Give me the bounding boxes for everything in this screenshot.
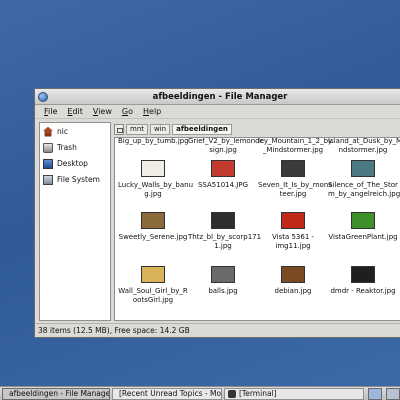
sidebar-item-home[interactable]: nic — [40, 124, 110, 139]
path-root-button[interactable] — [114, 123, 124, 135]
crumb-afbeeldingen[interactable]: afbeeldingen — [172, 123, 232, 135]
file-item[interactable]: Big_up_by_tumb.jpg — [118, 137, 189, 146]
image-thumbnail — [281, 266, 305, 283]
file-item[interactable]: Seven_It_Is_by_mons teer.jpg — [258, 160, 332, 199]
file-name: Big_up_by_tumb.jpg — [118, 137, 189, 145]
terminal-icon — [228, 389, 236, 398]
file-item[interactable]: Silence_of_The_Stor m_by_angelreich.jpg — [328, 160, 400, 199]
workspace-2-button[interactable] — [386, 387, 400, 400]
image-thumbnail — [351, 266, 375, 283]
file-name: Vista 5361 - img11.jpg — [271, 233, 315, 250]
path-bar: mnt win afbeeldingen — [114, 122, 400, 136]
image-thumbnail — [351, 160, 375, 177]
file-item[interactable]: debian.jpg — [258, 266, 328, 296]
crumb-win[interactable]: win — [150, 123, 171, 135]
menu-view[interactable]: View — [88, 107, 117, 116]
file-icon-grid[interactable]: Big_up_by_tumb.jpg Grief_V2_by_lemonde s… — [114, 137, 400, 321]
image-thumbnail — [351, 212, 375, 229]
trash-icon — [43, 142, 53, 153]
file-name: Sweetly_Serene.jpg — [118, 233, 188, 241]
task-label: afbeeldingen - File Manager — [9, 389, 110, 398]
task-label: [Recent Unread Topics - Mo... — [119, 389, 222, 398]
status-bar: 38 items (12.5 MB), Free space: 14.2 GB — [35, 323, 400, 337]
sidebar-item-label: Trash — [57, 143, 77, 152]
sidebar-item-label: Desktop — [57, 159, 88, 168]
file-name: Grief_V2_by_lemonde sign.jpg — [188, 137, 264, 154]
harddisk-icon — [43, 174, 53, 185]
file-name: Silence_of_The_Stor m_by_angelreich.jpg — [328, 181, 400, 198]
file-name: Lucky_Walls_by_banu g.jpg — [118, 181, 194, 198]
menu-go[interactable]: Go — [117, 107, 138, 116]
window-titlebar[interactable]: afbeeldingen - File Manager — [35, 89, 400, 105]
file-item[interactable]: Grief_V2_by_lemonde sign.jpg — [188, 138, 264, 155]
file-name: Thtz_bl_by_scorp171 1.jpg — [188, 233, 262, 250]
taskbar-task-terminal[interactable]: [Terminal] — [224, 387, 364, 400]
image-thumbnail — [141, 266, 165, 283]
image-thumbnail — [211, 212, 235, 229]
task-label: [Terminal] — [239, 389, 277, 398]
file-name: Icy_Mountain_1_2_by _Mindstormer.jpg — [258, 137, 333, 154]
window-body: nic Trash Desktop File System mnt win af… — [35, 120, 400, 323]
sidebar-item-trash[interactable]: Trash — [40, 140, 110, 155]
places-sidebar: nic Trash Desktop File System — [39, 122, 111, 321]
file-item[interactable]: dmdr - Reaktor.jpg — [328, 266, 398, 296]
sidebar-item-filesystem[interactable]: File System — [40, 172, 110, 187]
file-name: dmdr - Reaktor.jpg — [330, 287, 396, 295]
file-view-pane: mnt win afbeeldingen Big_up_by_tumb.jpg … — [114, 122, 400, 321]
image-thumbnail — [211, 266, 235, 283]
file-item[interactable]: Wall_Soul_Girl_by_R ootsGirl.jpg — [118, 266, 188, 305]
desktop-icon — [43, 158, 53, 169]
menu-edit[interactable]: Edit — [62, 107, 88, 116]
sidebar-item-label: nic — [57, 127, 68, 136]
sidebar-item-label: File System — [57, 175, 100, 184]
taskbar-task-browser[interactable]: [Recent Unread Topics - Mo... — [112, 387, 222, 400]
image-thumbnail — [281, 212, 305, 229]
menu-file[interactable]: File — [39, 107, 62, 116]
file-item[interactable]: Lucky_Walls_by_banu g.jpg — [118, 160, 194, 199]
file-name: Wall_Soul_Girl_by_R ootsGirl.jpg — [118, 287, 188, 304]
file-item[interactable]: balls.jpg — [188, 266, 258, 296]
file-item[interactable]: Thtz_bl_by_scorp171 1.jpg — [188, 212, 262, 251]
file-name: VistaGreenPlant.jpg — [328, 233, 398, 241]
file-item[interactable]: Sweetly_Serene.jpg — [118, 212, 188, 242]
file-name: Island_at_Dusk_by_Mi ndstormer.jpg — [328, 137, 400, 154]
image-thumbnail — [281, 160, 305, 177]
file-name: balls.jpg — [208, 287, 238, 295]
crumb-mnt[interactable]: mnt — [126, 123, 148, 135]
sidebar-item-desktop[interactable]: Desktop — [40, 156, 110, 171]
file-name: debian.jpg — [274, 287, 312, 295]
file-item[interactable]: Vista 5361 - img11.jpg — [258, 212, 328, 251]
file-item[interactable]: Icy_Mountain_1_2_by _Mindstormer.jpg — [258, 138, 332, 155]
image-thumbnail — [211, 160, 235, 177]
menu-help[interactable]: Help — [138, 107, 166, 116]
file-manager-window[interactable]: afbeeldingen - File Manager File Edit Vi… — [34, 88, 400, 338]
taskbar-task-file-manager[interactable]: afbeeldingen - File Manager — [2, 387, 110, 400]
workspace-1-button[interactable] — [368, 387, 382, 400]
file-item[interactable]: VistaGreenPlant.jpg — [328, 212, 398, 242]
file-item[interactable]: SSA51014.JPG — [188, 160, 258, 190]
file-name: SSA51014.JPG — [197, 181, 248, 189]
menubar: File Edit View Go Help — [35, 105, 400, 119]
file-item[interactable]: Island_at_Dusk_by_Mi ndstormer.jpg — [328, 137, 400, 155]
window-title: afbeeldingen - File Manager — [152, 92, 288, 102]
image-thumbnail — [141, 160, 165, 177]
image-thumbnail — [141, 212, 165, 229]
file-name: Seven_It_Is_by_mons teer.jpg — [258, 181, 332, 198]
home-icon — [43, 126, 53, 137]
taskbar: afbeeldingen - File Manager [Recent Unre… — [0, 386, 400, 400]
